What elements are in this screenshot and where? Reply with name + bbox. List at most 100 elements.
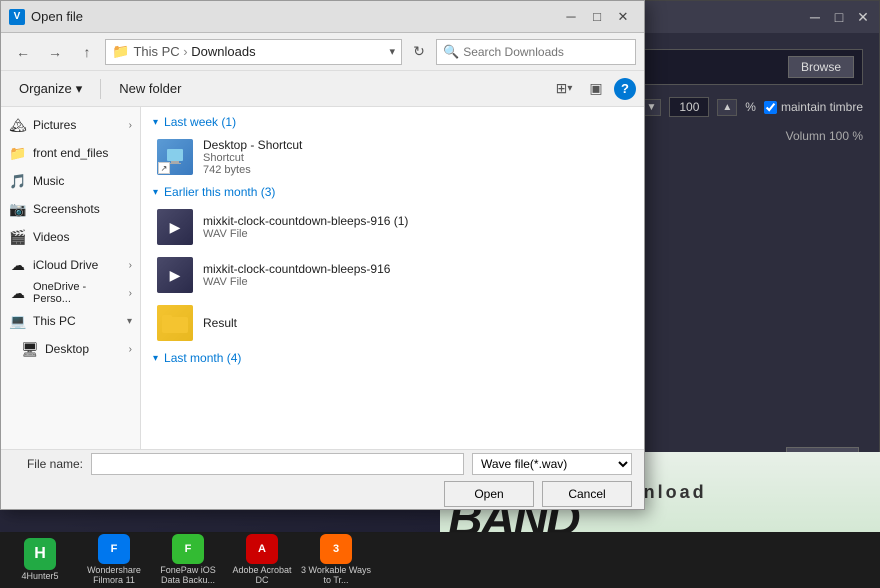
file-item-wav1[interactable]: ▶ mixkit-clock-countdown-bleeps-916 (1) … [141,203,644,251]
sidebar-item-screenshots[interactable]: 📷 Screenshots [1,195,140,223]
filetype-select[interactable]: Wave file(*.wav) [472,453,632,475]
filename-row: File name: Wave file(*.wav) [13,453,632,475]
file-name-result: Result [203,316,628,330]
this-pc-icon: 💻 [9,312,27,330]
taskbar-label-adobe: Adobe Acrobat DC [226,566,298,586]
browse-button[interactable]: Browse [788,56,854,78]
sidebar-item-pictures[interactable]: 🏔 Pictures › [1,111,140,139]
new-folder-button[interactable]: New folder [109,75,191,103]
pane-button[interactable]: ▣ [582,75,610,103]
taskbar-item-adobe[interactable]: A Adobe Acrobat DC [226,534,298,586]
taskbar: H 4Hunter5 F Wondershare Filmora 11 F Fo… [0,532,880,588]
file-info-wav2: mixkit-clock-countdown-bleeps-916 WAV Fi… [203,262,628,288]
section-last-week[interactable]: ▾ Last week (1) [141,111,644,133]
section-earlier-month-label: Earlier this month (3) [164,185,275,199]
address-path: This PC › Downloads [133,44,385,59]
desktop-expand-icon: › [129,344,132,355]
taskbar-item-fonepaw[interactable]: F FonePaw iOS Data Backu... [152,534,224,586]
file-item-desktop-shortcut[interactable]: Desktop - Shortcut Shortcut 742 bytes [141,133,644,181]
minimize-button-bg[interactable]: ─ [807,9,823,25]
maximize-button-bg[interactable]: □ [831,9,847,25]
dialog-minimize-button[interactable]: ─ [558,4,584,30]
section-last-month-label: Last month (4) [164,351,241,365]
address-bar[interactable]: 📁 This PC › Downloads ▾ [105,39,402,65]
this-pc-expand-icon: ▾ [127,316,132,327]
play-icon-wav2: ▶ [170,267,181,284]
file-name-wav2: mixkit-clock-countdown-bleeps-916 [203,262,628,276]
organize-button[interactable]: Organize ▾ [9,75,92,103]
front-end-icon: 📁 [9,144,27,162]
taskbar-item-workable[interactable]: 3 3 Workable Ways to Tr... [300,534,372,586]
file-thumb-desktop [157,139,193,175]
file-size-desktop: 742 bytes [203,164,628,176]
taskbar-icon-hunter5: H [24,538,56,570]
search-icon: 🔍 [443,44,459,60]
help-button[interactable]: ? [614,78,636,100]
section-last-week-label: Last week (1) [164,115,236,129]
dialog-titlebar: V Open file ─ □ ✕ [1,1,644,33]
filename-label: File name: [13,457,83,471]
sidebar-item-music[interactable]: 🎵 Music [1,167,140,195]
file-name-wav1: mixkit-clock-countdown-bleeps-916 (1) [203,214,628,228]
taskbar-label-hunter5: 4Hunter5 [21,572,58,582]
toolbar: Organize ▾ New folder ⊞ ▾ ▣ ? [1,71,644,107]
taskbar-item-filmora[interactable]: F Wondershare Filmora 11 [78,534,150,586]
play-icon-wav1: ▶ [170,219,181,236]
taskbar-icon-adobe: A [246,534,278,564]
up-button[interactable]: ↑ [73,38,101,66]
section-last-month-arrow: ▾ [153,353,158,364]
close-button-bg[interactable]: ✕ [855,9,871,25]
taskbar-label-filmora: Wondershare Filmora 11 [78,566,150,586]
dialog-close-button[interactable]: ✕ [610,4,636,30]
dialog-body: 🏔 Pictures › 📁 front end_files 🎵 Music 📷… [1,107,644,449]
taskbar-label-workable: 3 Workable Ways to Tr... [300,566,372,586]
speed-value-input[interactable]: 100 [669,97,709,117]
taskbar-icon-workable: 3 [320,534,352,564]
sidebar-item-videos[interactable]: 🎬 Videos [1,223,140,251]
address-dropdown-arrow[interactable]: ▾ [389,45,395,58]
pictures-expand-icon: › [129,120,132,131]
section-earlier-month[interactable]: ▾ Earlier this month (3) [141,181,644,203]
dialog-title: Open file [31,9,558,24]
maintain-timbre-checkbox[interactable] [764,101,777,114]
address-folder-icon: 📁 [112,43,129,60]
sidebar-item-front-end[interactable]: 📁 front end_files [1,139,140,167]
dialog-maximize-button[interactable]: □ [584,4,610,30]
file-type-desktop: Shortcut [203,152,628,164]
videos-icon: 🎬 [9,228,27,246]
music-icon: 🎵 [9,172,27,190]
speed-up-button[interactable]: ▲ [717,99,737,116]
file-type-wav1: WAV File [203,228,628,240]
search-input[interactable] [463,45,629,59]
file-info-wav1: mixkit-clock-countdown-bleeps-916 (1) WA… [203,214,628,240]
desktop-icon: 🖥 [21,340,39,358]
sidebar-item-onedrive[interactable]: ☁ OneDrive - Perso... › [1,279,140,307]
toolbar-separator [100,79,101,99]
section-last-month[interactable]: ▾ Last month (4) [141,347,644,369]
file-item-wav2[interactable]: ▶ mixkit-clock-countdown-bleeps-916 WAV … [141,251,644,299]
view-layout-button[interactable]: ⊞ ▾ [550,75,578,103]
taskbar-item-hunter5[interactable]: H 4Hunter5 [4,534,76,586]
back-button[interactable]: ← [9,38,37,66]
file-item-result[interactable]: Result [141,299,644,347]
file-thumb-result [157,305,193,341]
dialog-bottom: File name: Wave file(*.wav) Open Cancel [1,449,644,509]
cancel-button[interactable]: Cancel [542,481,632,507]
onedrive-icon: ☁ [9,284,27,302]
left-navigation: 🏔 Pictures › 📁 front end_files 🎵 Music 📷… [1,107,141,449]
file-info-desktop: Desktop - Shortcut Shortcut 742 bytes [203,138,628,176]
filename-input[interactable] [91,453,464,475]
refresh-button[interactable]: ↻ [406,39,432,65]
sidebar-item-icloud[interactable]: ☁ iCloud Drive › [1,251,140,279]
file-info-result: Result [203,316,628,330]
file-thumb-wav1: ▶ [157,209,193,245]
forward-button[interactable]: → [41,38,69,66]
sidebar-item-desktop[interactable]: 🖥 Desktop › [1,335,140,363]
pictures-icon: 🏔 [9,116,27,134]
view-buttons: ⊞ ▾ ▣ ? [550,75,636,103]
open-button[interactable]: Open [444,481,534,507]
section-last-week-arrow: ▾ [153,117,158,128]
sidebar-item-this-pc[interactable]: 💻 This PC ▾ [1,307,140,335]
maintain-timbre-control: maintain timbre [764,100,863,114]
file-list: ▾ Last week (1) Desktop - Shortcut Short… [141,107,644,449]
